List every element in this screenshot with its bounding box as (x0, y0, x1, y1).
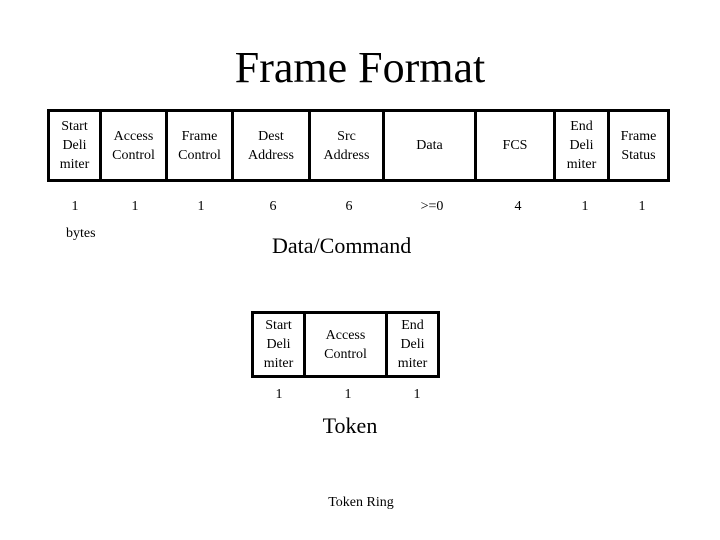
frame-format-table: Start Deli miter Access Control Frame Contro… (47, 109, 670, 182)
data-command-caption: Data/Command (272, 233, 412, 258)
token-format-table: Start Deli miter Access Control End Deli mite… (251, 311, 440, 378)
token-fields-row: Start Deli miter Access Control End Deli mite… (251, 311, 440, 378)
byte-count: 1 (131, 199, 139, 214)
byte-count: 6 (269, 199, 277, 214)
field-data: Data (382, 109, 477, 182)
token-byte-count: 1 (344, 387, 352, 402)
byte-count: 1 (638, 199, 646, 214)
field-frame-status: Frame Status (607, 109, 670, 182)
byte-count: 4 (514, 199, 522, 214)
field-dest-address: Dest Address (231, 109, 311, 182)
token-field-access-control: Access Control (303, 311, 388, 378)
byte-count: 1 (71, 199, 79, 214)
field-start-delimiter: Start Deli miter (47, 109, 102, 182)
frame-fields-row: Start Deli miter Access Control Frame Contro… (47, 109, 670, 182)
field-frame-control: Frame Control (165, 109, 234, 182)
field-src-address: Src Address (308, 109, 385, 182)
token-field-end-delimiter: End Deli miter (385, 311, 440, 378)
field-fcs: FCS (474, 109, 556, 182)
field-end-delimiter: End Deli miter (553, 109, 610, 182)
byte-count: >=0 (420, 199, 444, 214)
token-field-start-delimiter: Start Deli miter (251, 311, 306, 378)
page-title: Frame Format (234, 43, 486, 92)
byte-count: 1 (581, 199, 589, 214)
byte-count: 6 (345, 199, 353, 214)
footer-label: Token Ring (328, 495, 394, 510)
bytes-unit-label: bytes (66, 226, 96, 241)
token-caption: Token (322, 413, 378, 438)
byte-count: 1 (197, 199, 205, 214)
field-access-control: Access Control (99, 109, 168, 182)
token-byte-count: 1 (275, 387, 283, 402)
token-byte-count: 1 (413, 387, 421, 402)
